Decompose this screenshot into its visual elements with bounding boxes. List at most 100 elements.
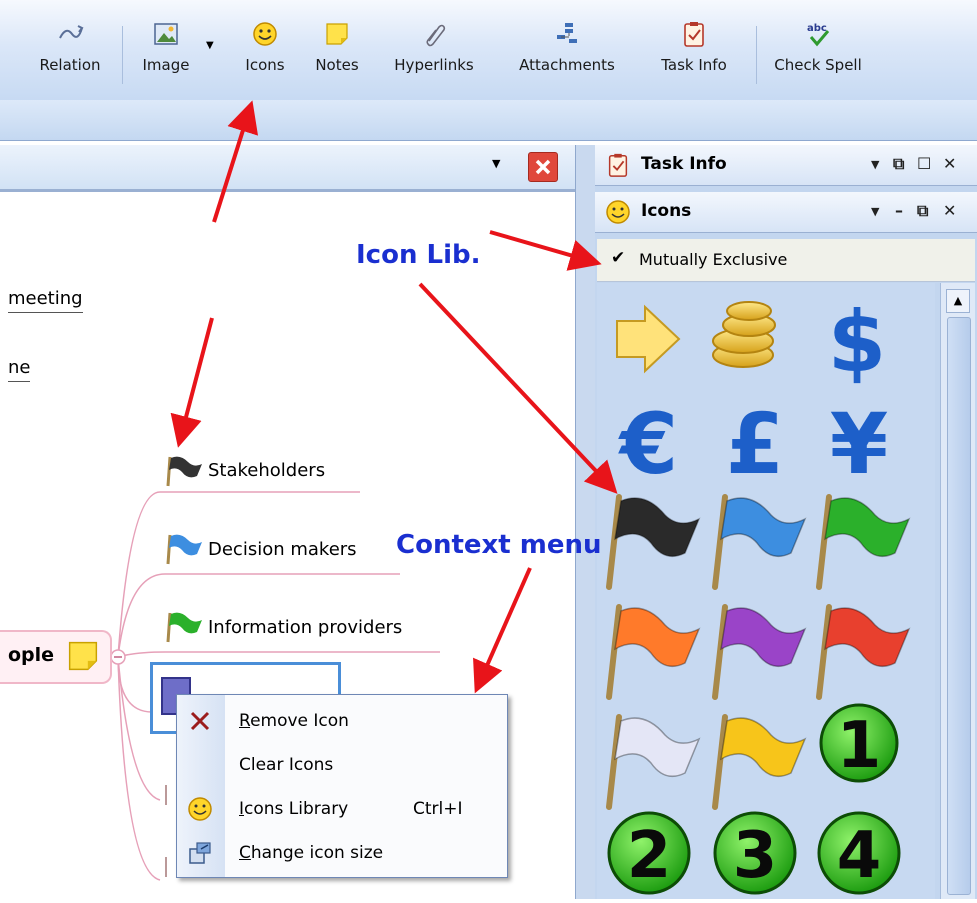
icons-panel-title: Icons	[641, 201, 692, 221]
panel-dropdown-icon[interactable]: ▼	[871, 158, 879, 171]
spellcheck-icon: abc	[807, 23, 830, 47]
attachment-icon	[557, 23, 577, 43]
scroll-up-button[interactable]: ▲	[946, 289, 970, 313]
task-info-button[interactable]: Task Info	[644, 20, 744, 90]
icons-label: Icons	[245, 56, 285, 74]
smiley-icon	[606, 200, 630, 224]
close-icon[interactable]: ✕	[943, 201, 956, 220]
number-2-icon[interactable]: 2	[607, 811, 691, 895]
flag-green-icon	[166, 612, 202, 643]
restore-icon[interactable]: ⧉	[917, 201, 928, 221]
flag-green-icon[interactable]	[816, 494, 911, 590]
svg-text:abc: abc	[807, 23, 827, 34]
panel-splitter[interactable]	[575, 145, 596, 899]
menu-item-change-icon-size[interactable]: Change icon size	[177, 831, 507, 875]
mutually-exclusive-label: Mutually Exclusive	[639, 250, 788, 269]
hyperlinks-button[interactable]: Hyperlinks	[372, 20, 496, 90]
notes-button[interactable]: Notes	[306, 20, 368, 90]
flag-red-icon[interactable]	[816, 604, 911, 700]
relation-icon	[59, 25, 84, 39]
icon-library-grid: $ € £ ¥ 1 2 3 4	[597, 283, 935, 899]
svg-text:2: 2	[627, 819, 672, 893]
context-menu: Remove Icon Clear Icons Icons Library Ct…	[176, 694, 508, 878]
relation-label: Relation	[39, 56, 101, 74]
attachments-button[interactable]: Attachments	[502, 20, 632, 90]
branch-stakeholders[interactable]: Stakeholders	[208, 460, 325, 481]
maximize-icon[interactable]: ☐	[917, 154, 931, 173]
smiley-icon	[188, 797, 212, 821]
flag-orange-icon[interactable]	[606, 604, 701, 700]
flag-blue-icon[interactable]	[712, 494, 807, 590]
check-spell-label: Check Spell	[774, 56, 862, 74]
minimize-icon[interactable]: –	[895, 201, 903, 220]
dollar-icon[interactable]: $	[828, 293, 886, 391]
arrow-icon[interactable]	[616, 304, 681, 374]
menu-item-remove-icon[interactable]: Remove Icon	[177, 699, 507, 743]
resize-icon	[189, 842, 211, 864]
smiley-icon	[253, 22, 277, 46]
check-spell-button[interactable]: abc Check Spell	[764, 20, 872, 90]
close-icon[interactable]: ✕	[943, 154, 956, 173]
menu-item-icons-library[interactable]: Icons Library Ctrl+I	[177, 787, 507, 831]
pound-icon[interactable]: £	[726, 395, 784, 493]
icons-button[interactable]: Icons	[234, 20, 296, 90]
number-3-icon[interactable]: 3	[713, 811, 797, 895]
attachments-label: Attachments	[519, 56, 615, 74]
svg-text:3: 3	[733, 819, 778, 893]
icons-panel-header[interactable]: Icons ▼ – ⧉ ✕	[595, 192, 977, 233]
annotation-context-menu: Context menu	[396, 530, 602, 560]
tab-dropdown-icon[interactable]: ▼	[492, 157, 500, 170]
close-document-button[interactable]	[528, 152, 558, 182]
icon-library-svg: $ € £ ¥ 1 2 3 4	[606, 293, 911, 895]
annotation-icon-lib: Icon Lib.	[356, 240, 481, 270]
image-label: Image	[142, 56, 190, 74]
flag-white-icon[interactable]	[606, 714, 701, 810]
ribbon-lower-bar	[0, 100, 977, 141]
branch-decision-makers[interactable]: Decision makers	[208, 539, 357, 560]
note-icon	[68, 641, 98, 671]
task-info-icon	[684, 22, 704, 47]
svg-text:1: 1	[837, 709, 882, 783]
number-1-icon[interactable]: 1	[819, 703, 899, 783]
menu-shortcut: Ctrl+I	[413, 799, 463, 819]
flag-purple-icon[interactable]	[712, 604, 807, 700]
checkmark-icon: ✔	[611, 248, 626, 268]
hyperlinks-label: Hyperlinks	[394, 56, 474, 74]
partial-node-ne[interactable]: ne	[8, 357, 31, 382]
task-info-panel-header[interactable]: Task Info ▼ ⧉ ☐ ✕	[595, 145, 977, 186]
icon-library-scrollbar[interactable]: ▲	[940, 283, 975, 899]
number-4-icon[interactable]: 4	[817, 811, 901, 895]
ribbon-toolbar: Relation Image ▼ Icons Notes Hyperlinks …	[0, 0, 977, 101]
mutually-exclusive-toggle[interactable]: ✔ Mutually Exclusive	[597, 239, 975, 282]
toolbar-separator	[122, 26, 123, 84]
menu-label: Clear Icons	[239, 755, 334, 775]
remove-x-icon	[190, 711, 210, 731]
task-info-label: Task Info	[661, 56, 727, 74]
partial-node-meeting[interactable]: meeting	[8, 288, 83, 313]
image-dropdown-icon[interactable]: ▼	[206, 40, 214, 51]
paperclip-link-icon	[426, 24, 446, 47]
flag-black-icon[interactable]	[606, 494, 701, 590]
image-icon	[154, 23, 178, 45]
relation-button[interactable]: Relation	[28, 20, 112, 90]
flag-yellow-icon[interactable]	[712, 714, 807, 810]
root-topic-node[interactable]: ople	[0, 630, 112, 684]
coins-icon[interactable]	[712, 301, 776, 368]
menu-item-clear-icons[interactable]: Clear Icons	[177, 743, 507, 787]
toolbar-separator	[756, 26, 757, 84]
panel-dropdown-icon[interactable]: ▼	[871, 205, 879, 218]
task-info-icon	[608, 153, 628, 177]
menu-label: Remove Icon	[239, 711, 349, 731]
menu-label: Change icon size	[239, 843, 384, 863]
euro-icon[interactable]: €	[618, 395, 678, 493]
branch-information-providers[interactable]: Information providers	[208, 617, 402, 638]
yen-icon[interactable]: ¥	[830, 395, 888, 493]
restore-icon[interactable]: ⧉	[893, 154, 904, 174]
svg-text:4: 4	[837, 819, 882, 893]
note-icon	[326, 23, 348, 45]
document-tab-bar: ▼	[0, 145, 575, 192]
image-button[interactable]: Image	[128, 20, 204, 90]
menu-label: Icons Library	[239, 799, 349, 819]
scroll-thumb[interactable]	[947, 317, 971, 895]
flag-black-icon	[166, 456, 202, 487]
